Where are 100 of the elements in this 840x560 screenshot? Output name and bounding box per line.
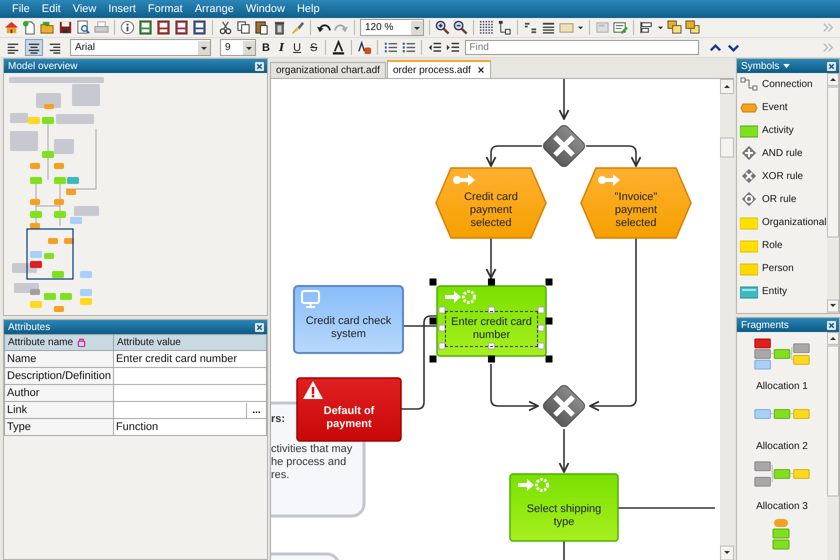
activity-shape[interactable] bbox=[509, 473, 619, 542]
underline-button[interactable]: U bbox=[290, 39, 304, 56]
font-color-icon[interactable] bbox=[331, 40, 346, 55]
panel-title[interactable]: Symbols bbox=[741, 60, 780, 72]
home-icon[interactable] bbox=[4, 20, 19, 35]
resize-handle[interactable] bbox=[546, 318, 552, 324]
align-center-button[interactable] bbox=[25, 39, 43, 56]
copy-icon[interactable] bbox=[236, 20, 251, 35]
open-folder-icon[interactable] bbox=[40, 20, 55, 35]
font-size-dropdown[interactable]: 9 bbox=[220, 39, 256, 56]
text-align-icon[interactable] bbox=[541, 20, 556, 35]
scrollbar[interactable] bbox=[827, 332, 839, 560]
close-icon[interactable] bbox=[827, 320, 836, 330]
numbered-list-icon[interactable] bbox=[383, 40, 398, 55]
menu-item[interactable]: File bbox=[6, 1, 36, 17]
zoom-in-icon[interactable] bbox=[435, 20, 450, 35]
close-icon[interactable] bbox=[827, 62, 836, 70]
menu-item[interactable]: Help bbox=[290, 1, 326, 17]
strike-button[interactable]: S bbox=[307, 39, 320, 56]
symbol-label[interactable]: AND rule bbox=[762, 148, 803, 159]
bring-to-front-icon[interactable] bbox=[667, 20, 682, 35]
export-document-icon[interactable] bbox=[174, 20, 189, 35]
symbol-label[interactable]: Entity bbox=[762, 286, 788, 297]
zoom-dropdown[interactable]: 120 % bbox=[360, 19, 424, 36]
connector[interactable] bbox=[490, 364, 539, 412]
connection-icon[interactable] bbox=[740, 76, 758, 92]
grid-icon[interactable] bbox=[479, 20, 494, 35]
print-icon[interactable] bbox=[94, 20, 109, 35]
resize-handle[interactable] bbox=[438, 324, 446, 332]
close-icon[interactable] bbox=[476, 66, 485, 74]
connector[interactable] bbox=[486, 145, 542, 167]
connector[interactable] bbox=[486, 238, 496, 279]
resize-handle[interactable] bbox=[488, 278, 495, 286]
delete-icon[interactable] bbox=[272, 20, 287, 35]
menu-item[interactable]: Format bbox=[142, 1, 189, 17]
symbol-label[interactable]: Activity bbox=[762, 125, 794, 136]
export-document-icon[interactable] bbox=[156, 20, 171, 35]
table-cell[interactable] bbox=[113, 384, 266, 402]
resize-handle[interactable] bbox=[488, 306, 495, 314]
bullet-list-icon[interactable] bbox=[401, 40, 416, 55]
align-icon[interactable] bbox=[639, 20, 654, 35]
tab[interactable]: organizational chart.adf bbox=[270, 62, 386, 78]
new-document-icon[interactable] bbox=[22, 20, 37, 35]
table-cell[interactable]: Function bbox=[113, 418, 266, 436]
activity-shape[interactable] bbox=[436, 285, 547, 357]
table-cell[interactable]: Enter credit card number bbox=[113, 350, 266, 368]
resize-handle[interactable] bbox=[488, 342, 495, 350]
clear-format-icon[interactable] bbox=[357, 40, 372, 55]
symbol-label[interactable]: Event bbox=[762, 102, 788, 113]
fragment-label[interactable]: Allocation 1 bbox=[756, 381, 808, 392]
menu-item[interactable]: Insert bbox=[102, 1, 142, 17]
connector-icon[interactable] bbox=[497, 20, 512, 35]
menu-item[interactable]: Window bbox=[240, 1, 291, 17]
export-document-icon[interactable] bbox=[138, 20, 153, 35]
fragment-label[interactable]: Allocation 3 bbox=[756, 501, 808, 512]
export-document-icon[interactable] bbox=[192, 20, 207, 35]
symbol-label[interactable]: Person bbox=[762, 263, 794, 274]
resize-handle[interactable] bbox=[430, 278, 436, 286]
column-header[interactable]: Attribute name bbox=[4, 334, 114, 350]
resize-handle[interactable] bbox=[438, 342, 446, 350]
resize-handle[interactable] bbox=[538, 306, 544, 314]
symbol-label[interactable]: Connection bbox=[762, 79, 813, 90]
resize-handle[interactable] bbox=[538, 342, 544, 350]
connector[interactable] bbox=[558, 429, 570, 473]
print-preview-icon[interactable] bbox=[76, 20, 91, 35]
connector[interactable] bbox=[401, 315, 437, 410]
symbol-label[interactable]: OR rule bbox=[762, 194, 796, 205]
fragment-drawing[interactable] bbox=[752, 338, 812, 371]
edit-icon[interactable] bbox=[613, 20, 628, 35]
scrollbar[interactable] bbox=[720, 79, 734, 560]
zoom-out-icon[interactable] bbox=[453, 20, 468, 35]
resize-handle[interactable] bbox=[438, 306, 446, 314]
system-shape[interactable] bbox=[293, 285, 404, 354]
table-cell[interactable] bbox=[113, 368, 266, 384]
resize-handle[interactable] bbox=[538, 324, 544, 332]
event-shape[interactable] bbox=[580, 167, 692, 239]
brush-icon[interactable] bbox=[290, 20, 305, 35]
resize-handle[interactable] bbox=[430, 318, 436, 324]
fragment-label[interactable]: Allocation 2 bbox=[756, 441, 808, 452]
menu-item[interactable]: Edit bbox=[36, 1, 67, 17]
scrollbar[interactable] bbox=[827, 73, 839, 313]
connector[interactable] bbox=[558, 79, 570, 120]
italic-button[interactable]: I bbox=[276, 39, 288, 56]
connector[interactable] bbox=[586, 145, 642, 167]
resize-handle[interactable] bbox=[430, 356, 436, 362]
menu-item[interactable]: View bbox=[66, 1, 102, 17]
symbol-label[interactable]: XOR rule bbox=[762, 171, 804, 182]
column-header[interactable]: Attribute value bbox=[113, 334, 266, 350]
caret-icon[interactable] bbox=[783, 64, 790, 68]
resize-handle[interactable] bbox=[488, 356, 495, 362]
find-field[interactable]: Find bbox=[465, 40, 700, 55]
font-dropdown[interactable]: Arial bbox=[70, 39, 211, 56]
connector[interactable] bbox=[589, 238, 637, 412]
symbol-label[interactable]: Organizational bbox=[762, 217, 826, 228]
event-shape[interactable] bbox=[435, 167, 547, 239]
send-to-back-icon[interactable] bbox=[685, 20, 700, 35]
resize-handle[interactable] bbox=[546, 356, 552, 362]
resize-handle[interactable] bbox=[546, 278, 552, 286]
save-icon[interactable] bbox=[58, 20, 73, 35]
menu-item[interactable]: Arrange bbox=[188, 1, 240, 17]
